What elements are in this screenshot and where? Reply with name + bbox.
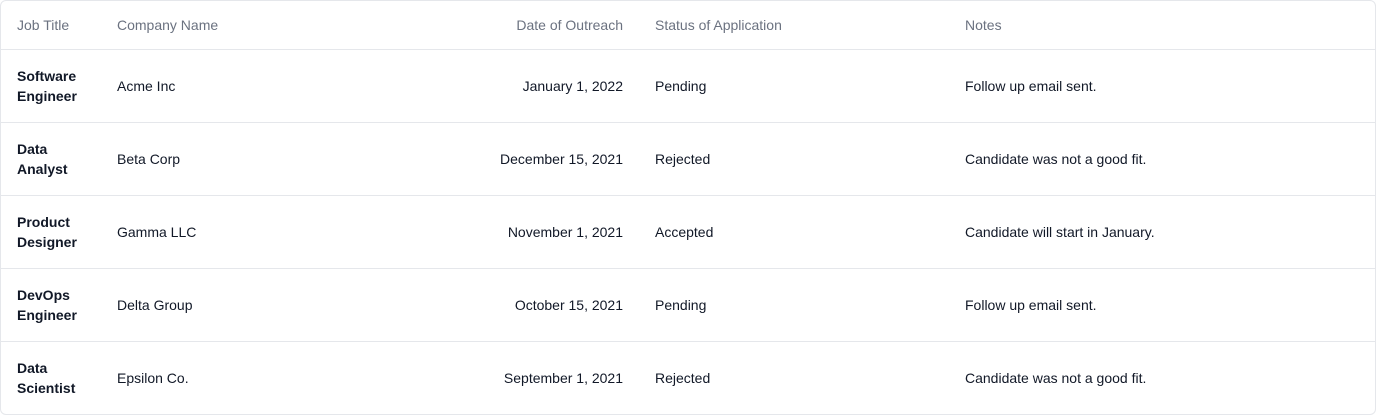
cell-company: Acme Inc — [117, 77, 176, 94]
cell-notes: Follow up email sent. — [965, 296, 1097, 313]
header-notes[interactable]: Notes — [949, 1, 1375, 49]
header-status[interactable]: Status of Application — [639, 1, 949, 49]
cell-status: Pending — [655, 77, 707, 94]
cell-job-title: DevOps Engineer — [17, 286, 77, 323]
table-row[interactable]: Data Scientist Epsilon Co. September 1, … — [1, 341, 1375, 414]
cell-status: Accepted — [655, 223, 714, 240]
cell-status: Rejected — [655, 150, 711, 167]
cell-date: December 15, 2021 — [500, 150, 623, 167]
cell-date: September 1, 2021 — [503, 369, 623, 386]
table-row[interactable]: DevOps Engineer Delta Group October 15, … — [1, 268, 1375, 341]
header-date-of-outreach[interactable]: Date of Outreach — [380, 1, 639, 49]
cell-status: Pending — [655, 296, 707, 313]
cell-notes: Candidate was not a good fit. — [965, 369, 1147, 386]
table-row[interactable]: Product Designer Gamma LLC November 1, 2… — [1, 195, 1375, 268]
job-applications-table: Job Title Company Name Date of Outreach … — [0, 0, 1376, 415]
cell-date: January 1, 2022 — [522, 77, 623, 94]
header-company-name[interactable]: Company Name — [101, 1, 380, 49]
cell-company: Delta Group — [117, 296, 193, 313]
cell-job-title: Software Engineer — [17, 67, 77, 104]
cell-notes: Candidate was not a good fit. — [965, 150, 1147, 167]
cell-notes: Follow up email sent. — [965, 77, 1097, 94]
cell-job-title: Data Scientist — [17, 359, 76, 396]
table-row[interactable]: Software Engineer Acme Inc January 1, 20… — [1, 49, 1375, 122]
table-row[interactable]: Data Analyst Beta Corp December 15, 2021… — [1, 122, 1375, 195]
header-job-title[interactable]: Job Title — [1, 1, 101, 49]
cell-company: Epsilon Co. — [117, 369, 189, 386]
table-header: Job Title Company Name Date of Outreach … — [1, 1, 1375, 49]
cell-company: Beta Corp — [117, 150, 181, 167]
cell-job-title: Data Analyst — [17, 140, 68, 177]
cell-job-title: Product Designer — [17, 213, 77, 250]
cell-company: Gamma LLC — [117, 223, 197, 240]
cell-status: Rejected — [655, 369, 711, 386]
cell-notes: Candidate will start in January. — [965, 223, 1155, 240]
header-row: Job Title Company Name Date of Outreach … — [1, 1, 1375, 49]
table-body: Software Engineer Acme Inc January 1, 20… — [1, 49, 1375, 414]
cell-date: November 1, 2021 — [507, 223, 623, 240]
cell-date: October 15, 2021 — [514, 296, 623, 313]
